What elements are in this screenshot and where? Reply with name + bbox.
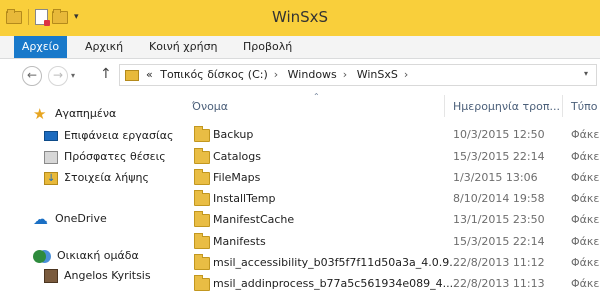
- column-header-type[interactable]: Τύπο: [571, 100, 597, 113]
- column-divider[interactable]: [562, 95, 563, 117]
- column-divider[interactable]: [444, 95, 445, 117]
- folder-icon: [194, 126, 210, 142]
- sidebar-item-label: Αγαπημένα: [55, 107, 117, 120]
- file-name: Backup: [213, 128, 254, 141]
- chevron-right-icon[interactable]: ›: [274, 68, 278, 81]
- breadcrumb: « Τοπικός δίσκος (C:) › Windows › WinSxS ›: [146, 68, 414, 81]
- sidebar-item-label: Angelos Kyritsis: [64, 269, 151, 282]
- table-row[interactable]: Manifests 15/3/2015 22:14 Φάκε: [176, 232, 600, 253]
- title-bar: ▾ WinSxS: [0, 0, 600, 36]
- folder-icon: [194, 254, 210, 270]
- file-name: FileMaps: [213, 171, 261, 184]
- folder-icon: [194, 190, 210, 206]
- file-type: Φάκε: [571, 235, 600, 248]
- back-icon[interactable]: ←: [22, 66, 42, 86]
- sidebar-item-label: Οικιακή ομάδα: [57, 249, 139, 262]
- file-list: ⌃ Όνομα Ημερομηνία τροπ... Τύπο Backup 1…: [176, 92, 600, 295]
- desktop-icon: [44, 131, 58, 141]
- forward-icon[interactable]: →: [48, 66, 68, 86]
- file-date: 10/3/2015 12:50: [453, 128, 545, 141]
- sidebar-item-onedrive[interactable]: ☁ OneDrive: [33, 210, 107, 228]
- sidebar-item-recent-places[interactable]: Πρόσφατες θέσεις: [44, 148, 166, 166]
- file-date: 15/3/2015 22:14: [453, 235, 545, 248]
- table-row[interactable]: ManifestCache 13/1/2015 23:50 Φάκε: [176, 210, 600, 231]
- address-dropdown-icon[interactable]: ▾: [584, 69, 588, 78]
- table-row[interactable]: InstallTemp 8/10/2014 19:58 Φάκε: [176, 189, 600, 210]
- sidebar-item-homegroup[interactable]: Οικιακή ομάδα: [33, 247, 139, 265]
- file-name: ManifestCache: [213, 213, 295, 226]
- sidebar-item-label: Επιφάνεια εργασίας: [64, 129, 174, 142]
- address-bar[interactable]: « Τοπικός δίσκος (C:) › Windows › WinSxS › …: [119, 64, 597, 86]
- breadcrumb-windows[interactable]: Windows: [288, 68, 337, 81]
- file-name: Manifests: [213, 235, 266, 248]
- window-title: WinSxS: [271, 8, 329, 26]
- downloads-icon: [44, 170, 58, 188]
- file-date: 22/8/2013 11:12: [453, 256, 545, 269]
- recent-places-icon: [44, 150, 58, 164]
- file-name: Catalogs: [213, 150, 261, 163]
- ribbon-tabs: Αρχείο Αρχική Κοινή χρήση Προβολή: [0, 36, 600, 59]
- file-type: Φάκε: [571, 256, 600, 269]
- sidebar-item-favorites[interactable]: ★ Αγαπημένα: [33, 105, 116, 123]
- sidebar-item-label: OneDrive: [55, 212, 107, 225]
- up-arrow-icon[interactable]: ↑: [100, 66, 112, 82]
- file-type: Φάκε: [571, 171, 600, 184]
- folder-icon: [125, 70, 139, 81]
- folder-icon: [194, 211, 210, 227]
- sidebar-item-label: Πρόσφατες θέσεις: [64, 150, 166, 163]
- sort-ascending-icon: ⌃: [313, 92, 320, 101]
- star-icon: ★: [33, 104, 47, 123]
- file-name: InstallTemp: [213, 192, 276, 205]
- column-header-name[interactable]: Όνομα: [192, 100, 228, 113]
- navigation-bar: ← → ▾ ↑ « Τοπικός δίσκος (C:) › Windows › …: [0, 59, 600, 94]
- tab-file[interactable]: Αρχείο: [14, 36, 67, 58]
- folder-icon: [194, 148, 210, 164]
- file-date: 8/10/2014 19:58: [453, 192, 545, 205]
- folder-icon: [194, 169, 210, 185]
- tab-view[interactable]: Προβολή: [243, 36, 292, 58]
- chevron-right-icon[interactable]: ›: [404, 68, 408, 81]
- tab-share[interactable]: Κοινή χρήση: [149, 36, 218, 58]
- file-name: msil_addinprocess_b77a5c561934e089_4....: [213, 277, 457, 290]
- homegroup-icon: [33, 249, 46, 263]
- breadcrumb-winsxs[interactable]: WinSxS: [357, 68, 398, 81]
- recent-locations-dropdown-icon[interactable]: ▾: [71, 71, 75, 80]
- navigation-pane: ★ Αγαπημένα Επιφάνεια εργασίας Πρόσφατες…: [0, 95, 176, 295]
- user-avatar-icon: [44, 269, 58, 283]
- table-row[interactable]: FileMaps 1/3/2015 13:06 Φάκε: [176, 168, 600, 189]
- table-row[interactable]: Catalogs 15/3/2015 22:14 Φάκε: [176, 147, 600, 168]
- file-date: 13/1/2015 23:50: [453, 213, 545, 226]
- file-type: Φάκε: [571, 192, 600, 205]
- file-date: 1/3/2015 13:06: [453, 171, 538, 184]
- file-name: msil_accessibility_b03f5f7f11d50a3a_4.0.…: [213, 256, 460, 269]
- sidebar-item-downloads[interactable]: Στοιχεία λήψης: [44, 169, 149, 188]
- tab-home[interactable]: Αρχική: [85, 36, 123, 58]
- onedrive-cloud-icon: ☁: [33, 209, 48, 228]
- breadcrumb-overflow[interactable]: «: [146, 68, 153, 81]
- file-date: 22/8/2013 11:13: [453, 277, 545, 290]
- file-date: 15/3/2015 22:14: [453, 150, 545, 163]
- table-row[interactable]: msil_addinprocess_b77a5c561934e089_4....…: [176, 274, 600, 295]
- breadcrumb-local-disk[interactable]: Τοπικός δίσκος (C:): [160, 68, 268, 81]
- column-header-date[interactable]: Ημερομηνία τροπ...: [453, 100, 560, 113]
- folder-icon: [194, 233, 210, 249]
- file-type: Φάκε: [571, 128, 600, 141]
- sidebar-item-desktop[interactable]: Επιφάνεια εργασίας: [44, 127, 173, 145]
- table-row[interactable]: msil_accessibility_b03f5f7f11d50a3a_4.0.…: [176, 253, 600, 274]
- chevron-right-icon[interactable]: ›: [343, 68, 347, 81]
- table-row[interactable]: Backup 10/3/2015 12:50 Φάκε: [176, 125, 600, 146]
- sidebar-item-label: Στοιχεία λήψης: [64, 171, 149, 184]
- file-type: Φάκε: [571, 150, 600, 163]
- file-type: Φάκε: [571, 277, 600, 290]
- sidebar-item-homegroup-user[interactable]: Angelos Kyritsis: [44, 267, 151, 285]
- folder-icon: [194, 275, 210, 291]
- file-type: Φάκε: [571, 213, 600, 226]
